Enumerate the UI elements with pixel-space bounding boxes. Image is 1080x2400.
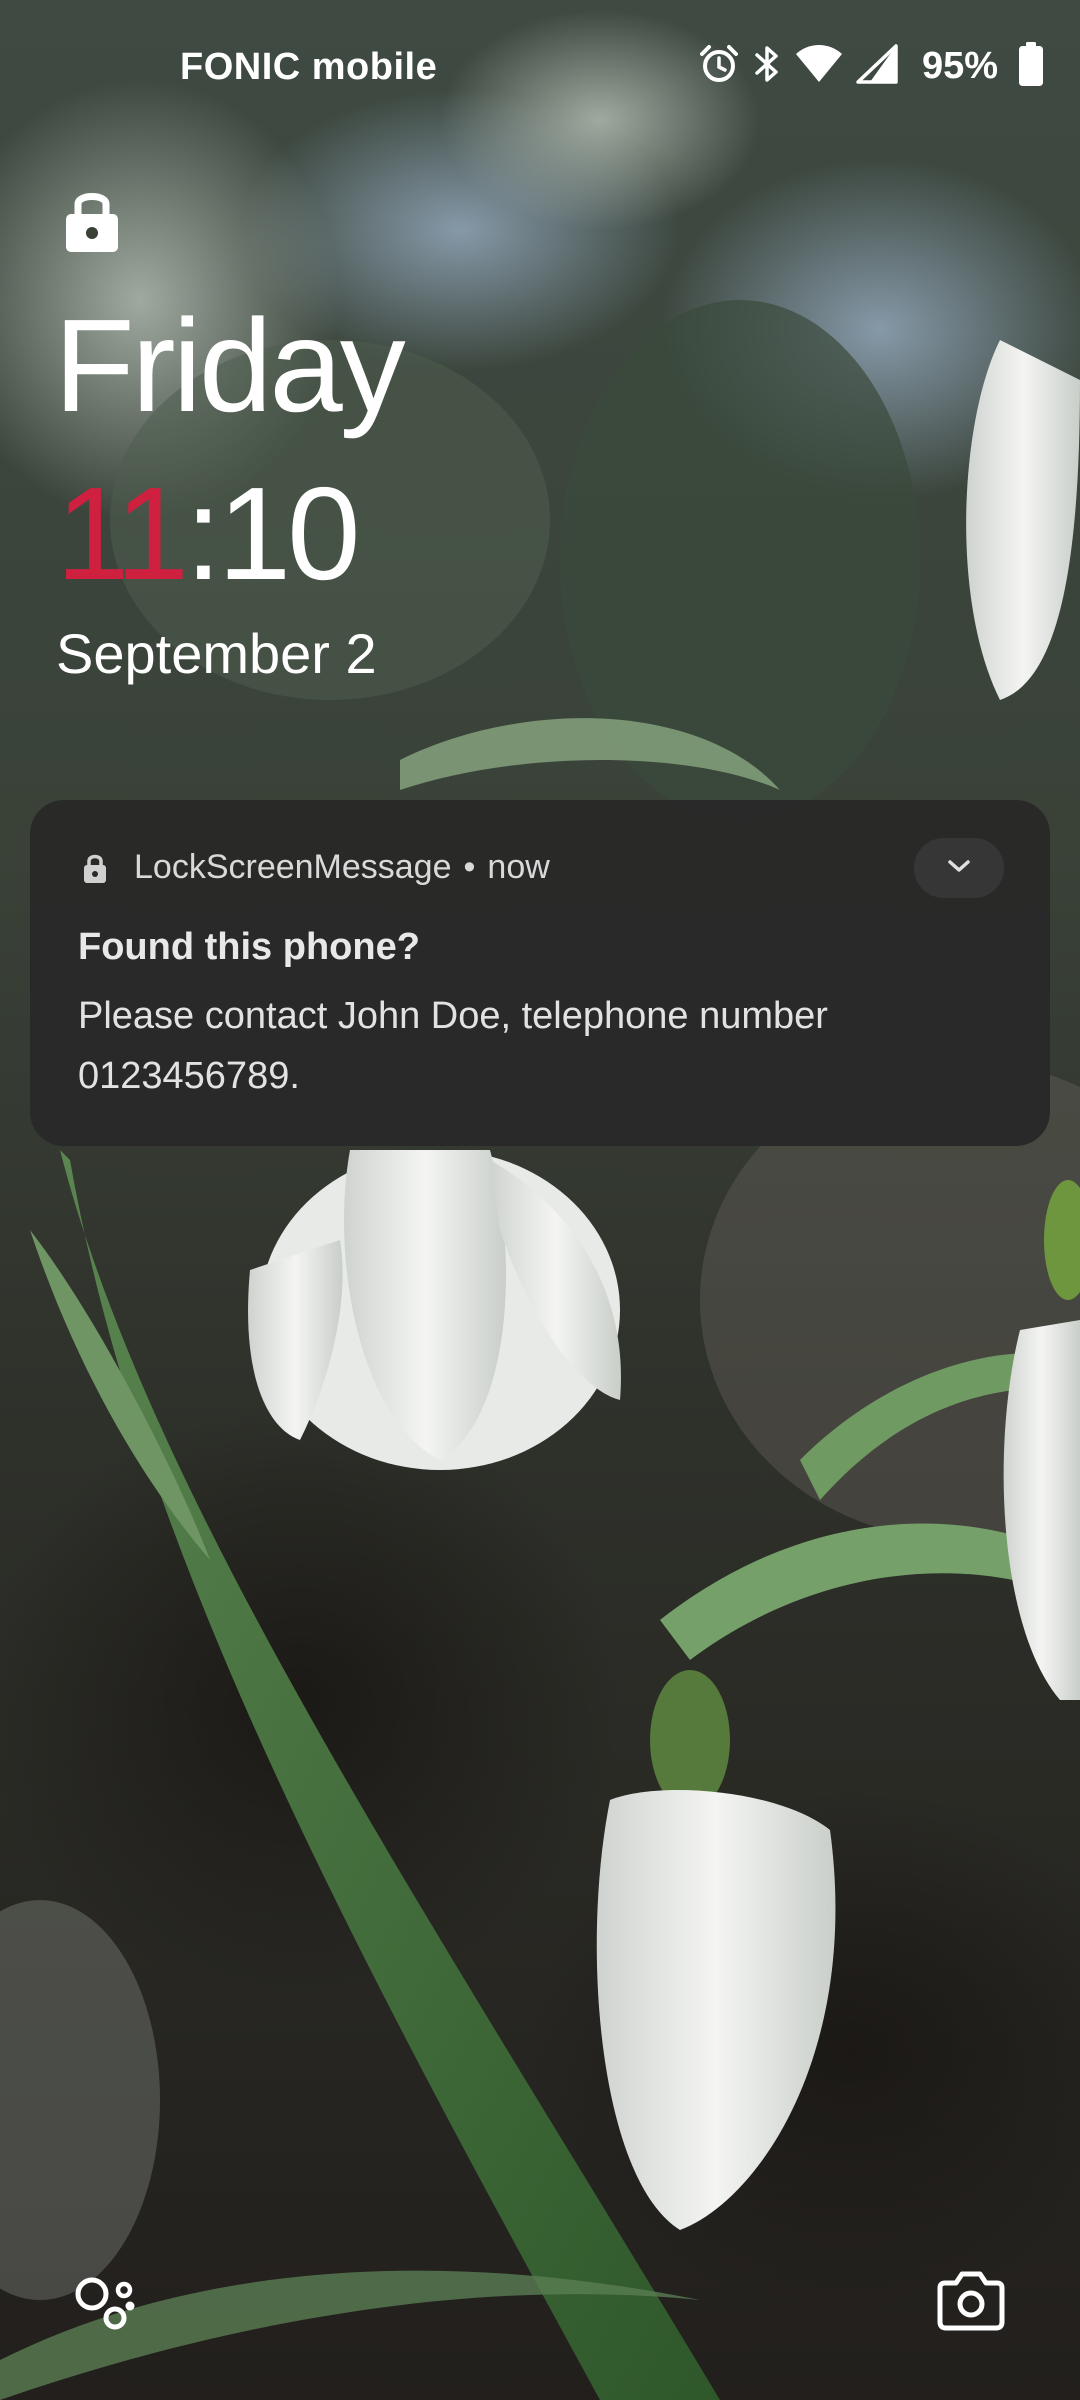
assistant-icon[interactable] [72,2272,138,2332]
notification-separator: • [463,848,476,886]
clock-minutes: 10 [217,460,361,607]
lock-screen: FONIC mobile 95% Friday 11:10 September … [0,0,1080,2400]
notification-time: now [487,848,550,886]
padlock-icon [62,186,122,254]
camera-icon[interactable] [936,2270,1006,2332]
bluetooth-icon [752,43,782,90]
status-bar: FONIC mobile 95% [0,0,1080,140]
expand-button[interactable] [914,838,1004,898]
chevron-down-icon [945,857,973,880]
notification-card[interactable]: LockScreenMessage • now Found this phone… [30,800,1050,1146]
date: September 2 [56,622,377,685]
battery-percentage: 95% [921,44,998,87]
notification-body: Please contact John Doe, telephone numbe… [78,995,828,1097]
wifi-icon [794,44,844,89]
alarm-icon [698,43,740,90]
clock-separator: : [185,460,222,607]
small-lock-icon [82,852,108,884]
carrier-name: FONIC mobile [180,46,438,88]
status-icons: 95% [686,38,1044,94]
notification-title: Found this phone? [78,926,420,968]
clock-hour: 11 [56,460,189,607]
day-of-week: Friday [54,292,406,439]
notification-header: LockScreenMessage • now [82,848,550,887]
clock: 11:10 [56,468,361,600]
notification-app-name: LockScreenMessage [134,848,452,886]
cell-signal-icon [856,43,898,89]
battery-icon [1018,41,1044,91]
